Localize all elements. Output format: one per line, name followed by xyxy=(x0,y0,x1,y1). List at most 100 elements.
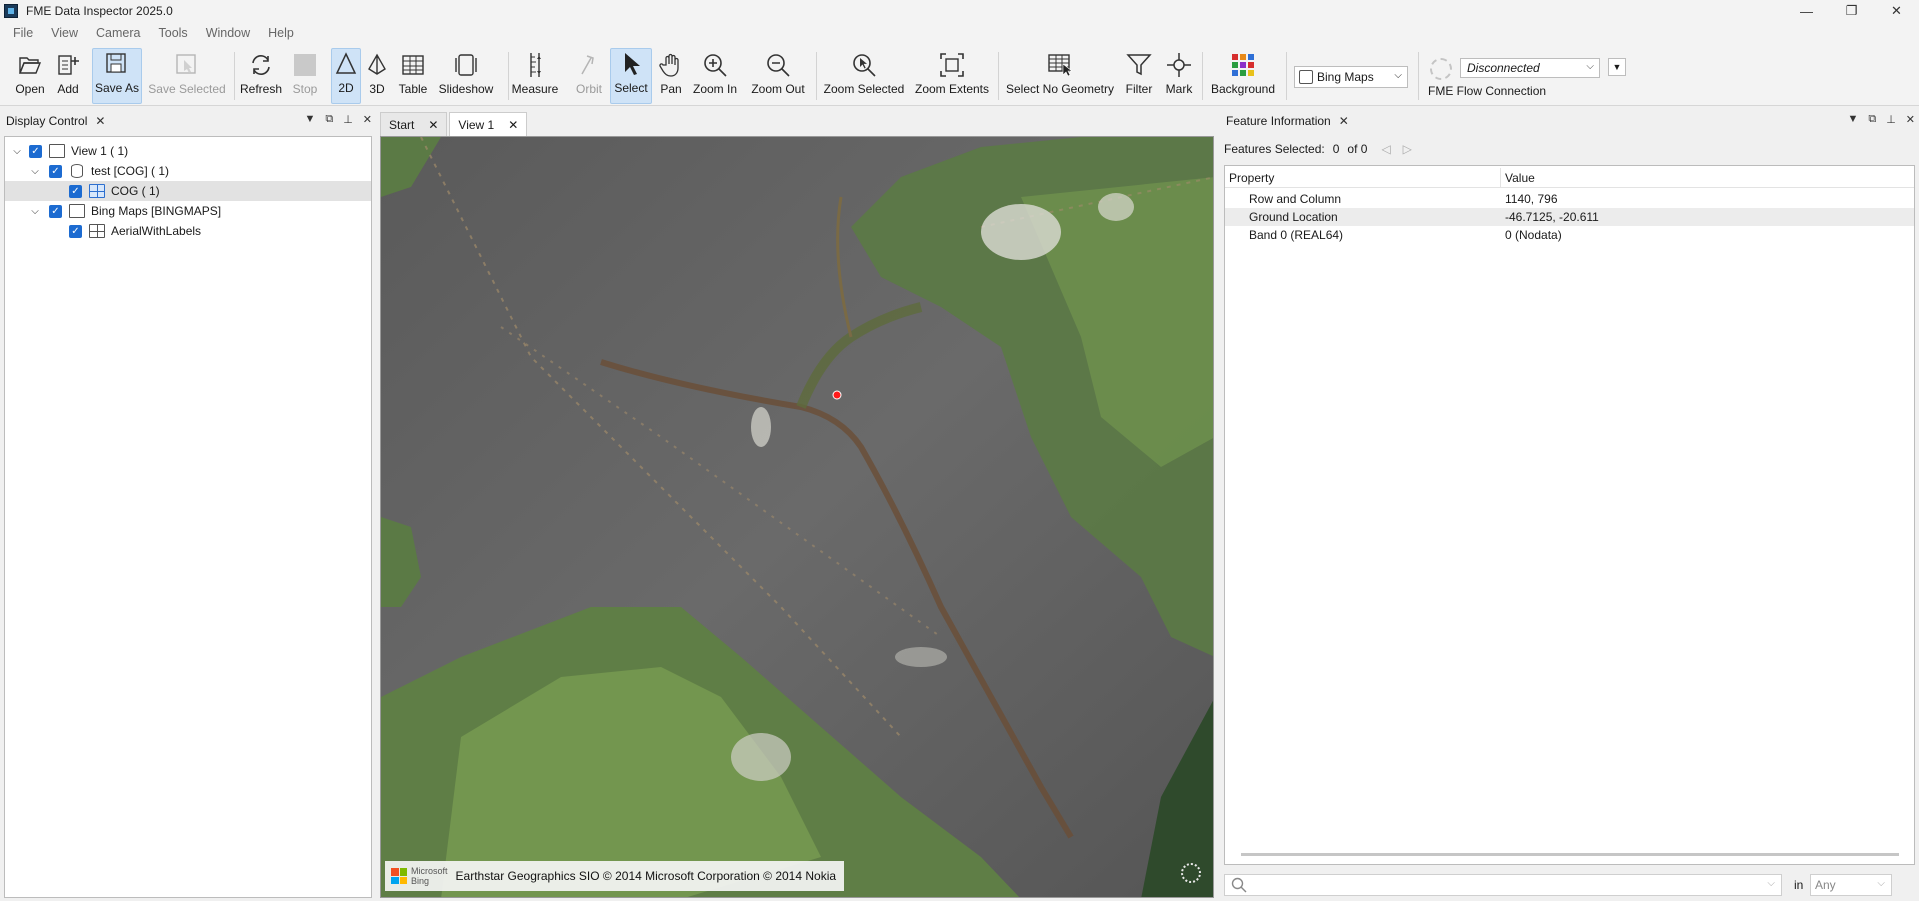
chevron-down-icon[interactable]: ⌵ xyxy=(11,146,23,157)
filter-button[interactable]: Filter xyxy=(1120,50,1158,102)
tab-start[interactable]: Start ✕ xyxy=(380,112,448,136)
select-button[interactable]: Select xyxy=(610,48,652,104)
menu-camera[interactable]: Camera xyxy=(87,26,149,40)
checkbox-checked-icon[interactable]: ✓ xyxy=(69,224,82,238)
column-header-property[interactable]: Property xyxy=(1225,168,1501,187)
next-feature-icon[interactable]: ▷ xyxy=(1403,142,1412,156)
menu-bar: File View Camera Tools Window Help xyxy=(0,22,1919,44)
toolbar-separator xyxy=(1202,52,1203,100)
table-icon xyxy=(401,50,425,80)
toolbar-separator xyxy=(508,52,509,100)
tree-row-test-cog[interactable]: ⌵ ✓ test [COG] ( 1) xyxy=(5,161,371,181)
connection-select[interactable]: Disconnected ⌵ xyxy=(1460,58,1600,78)
zoom-in-button[interactable]: Zoom In xyxy=(690,50,740,102)
panel-menu-icon[interactable]: ▼ xyxy=(1847,113,1858,126)
save-as-icon xyxy=(104,49,130,79)
close-icon[interactable]: ✕ xyxy=(95,114,105,128)
minimize-button[interactable]: — xyxy=(1784,0,1829,22)
fme-flow-connection-label: FME Flow Connection xyxy=(1428,84,1547,98)
close-window-button[interactable]: ✕ xyxy=(1874,0,1919,22)
close-icon[interactable]: ✕ xyxy=(1339,114,1349,128)
pan-button[interactable]: Pan xyxy=(656,50,686,102)
checkbox-checked-icon[interactable]: ✓ xyxy=(49,204,62,218)
fme-flow-connection-icon xyxy=(1430,58,1452,80)
stop-icon xyxy=(294,50,316,80)
feature-information-tab[interactable]: Feature Information ✕ xyxy=(1220,110,1355,132)
connection-menu-button[interactable]: ▼ xyxy=(1608,58,1626,76)
feature-info-table: Property Value Row and Column 1140, 796 … xyxy=(1224,165,1915,865)
maximize-button[interactable]: ❐ xyxy=(1829,0,1874,22)
chevron-down-icon: ⌵ xyxy=(1586,61,1594,72)
zoom-extents-button[interactable]: Zoom Extents xyxy=(914,50,990,102)
close-icon[interactable]: ✕ xyxy=(508,118,518,132)
close-panel-icon[interactable]: ✕ xyxy=(363,113,372,126)
search-scope-select[interactable]: Any ⌵ xyxy=(1810,874,1892,896)
menu-window[interactable]: Window xyxy=(197,26,259,40)
pin-icon[interactable]: ⊥ xyxy=(343,113,353,126)
column-header-value[interactable]: Value xyxy=(1501,168,1535,187)
display-control-tab[interactable]: Display Control ✕ xyxy=(0,110,112,132)
table-row[interactable]: Row and Column 1140, 796 xyxy=(1225,190,1914,208)
float-panel-icon[interactable]: ⧉ xyxy=(1868,113,1876,126)
open-button[interactable]: Open xyxy=(12,50,48,102)
checkbox-checked-icon[interactable]: ✓ xyxy=(29,144,42,158)
menu-tools[interactable]: Tools xyxy=(150,26,197,40)
table-row[interactable]: Ground Location -46.7125, -20.611 xyxy=(1225,208,1914,226)
raster-grid-icon xyxy=(89,184,105,198)
checkbox-checked-icon[interactable]: ✓ xyxy=(49,164,62,178)
tree-row-view-1[interactable]: ⌵ ✓ View 1 ( 1) xyxy=(5,141,371,161)
connection-value: Disconnected xyxy=(1467,61,1540,75)
table-cursor-icon xyxy=(1046,50,1074,80)
map-canvas[interactable]: Microsoft Bing Earthstar Geographics SIO… xyxy=(380,136,1214,898)
triangle-down-icon: ▼ xyxy=(1612,62,1622,72)
microsoft-logo-icon xyxy=(391,868,407,884)
previous-feature-icon[interactable]: ◁ xyxy=(1381,142,1390,156)
checkbox-checked-icon[interactable]: ✓ xyxy=(69,184,82,198)
mark-crosshair-icon xyxy=(1166,50,1192,80)
orbit-icon xyxy=(577,50,601,80)
measure-button[interactable]: Measure xyxy=(512,50,558,102)
search-icon xyxy=(1231,877,1247,893)
slideshow-button[interactable]: Slideshow xyxy=(436,50,496,102)
table-row[interactable]: Band 0 (REAL64) 0 (Nodata) xyxy=(1225,226,1914,244)
tab-view-1[interactable]: View 1 ✕ xyxy=(449,112,528,136)
pin-icon[interactable]: ⊥ xyxy=(1886,113,1896,126)
basemap-value: Bing Maps xyxy=(1317,70,1374,84)
select-no-geometry-button[interactable]: Select No Geometry xyxy=(1004,50,1116,102)
zoom-out-button[interactable]: Zoom Out xyxy=(748,50,808,102)
3d-button[interactable]: 3D xyxy=(364,50,390,102)
search-input[interactable]: ⌵ xyxy=(1224,874,1782,896)
display-control-tree: ⌵ ✓ View 1 ( 1) ⌵ ✓ test [COG] ( 1) ✓ CO… xyxy=(4,136,372,898)
chevron-down-icon[interactable]: ⌵ xyxy=(29,206,41,217)
view-tabs: Start ✕ View 1 ✕ xyxy=(380,112,529,136)
toolbar-separator xyxy=(1418,52,1419,100)
mark-button[interactable]: Mark xyxy=(1164,50,1194,102)
attribution-text: Earthstar Geographics SIO © 2014 Microso… xyxy=(455,869,837,883)
tree-row-aerial-with-labels[interactable]: ✓ AerialWithLabels xyxy=(5,221,371,241)
tree-row-bing-maps[interactable]: ⌵ ✓ Bing Maps [BINGMAPS] xyxy=(5,201,371,221)
add-button[interactable]: Add xyxy=(52,50,84,102)
close-panel-icon[interactable]: ✕ xyxy=(1906,113,1915,126)
float-panel-icon[interactable]: ⧉ xyxy=(325,113,333,126)
refresh-icon xyxy=(248,50,274,80)
mark-point xyxy=(832,390,842,400)
menu-view[interactable]: View xyxy=(42,26,87,40)
menu-help[interactable]: Help xyxy=(259,26,303,40)
background-button[interactable]: Background xyxy=(1208,50,1278,102)
tree-row-cog[interactable]: ✓ COG ( 1) xyxy=(5,181,371,201)
menu-file[interactable]: File xyxy=(4,26,42,40)
refresh-button[interactable]: Refresh xyxy=(240,50,282,102)
save-as-button[interactable]: Save As xyxy=(92,48,142,104)
panel-menu-icon[interactable]: ▼ xyxy=(304,113,315,126)
horizontal-scrollbar[interactable] xyxy=(1241,853,1899,856)
stop-button[interactable]: Stop xyxy=(290,50,320,102)
chevron-down-icon[interactable]: ⌵ xyxy=(1767,878,1775,889)
2d-button[interactable]: 2D xyxy=(331,48,361,104)
basemap-select[interactable]: Bing Maps ⌵ xyxy=(1294,66,1408,88)
close-icon[interactable]: ✕ xyxy=(428,118,438,132)
orbit-button[interactable]: Orbit xyxy=(572,50,606,102)
save-selected-button[interactable]: Save Selected xyxy=(148,50,226,102)
chevron-down-icon[interactable]: ⌵ xyxy=(29,166,41,177)
table-button[interactable]: Table xyxy=(396,50,430,102)
zoom-selected-button[interactable]: Zoom Selected xyxy=(822,50,906,102)
